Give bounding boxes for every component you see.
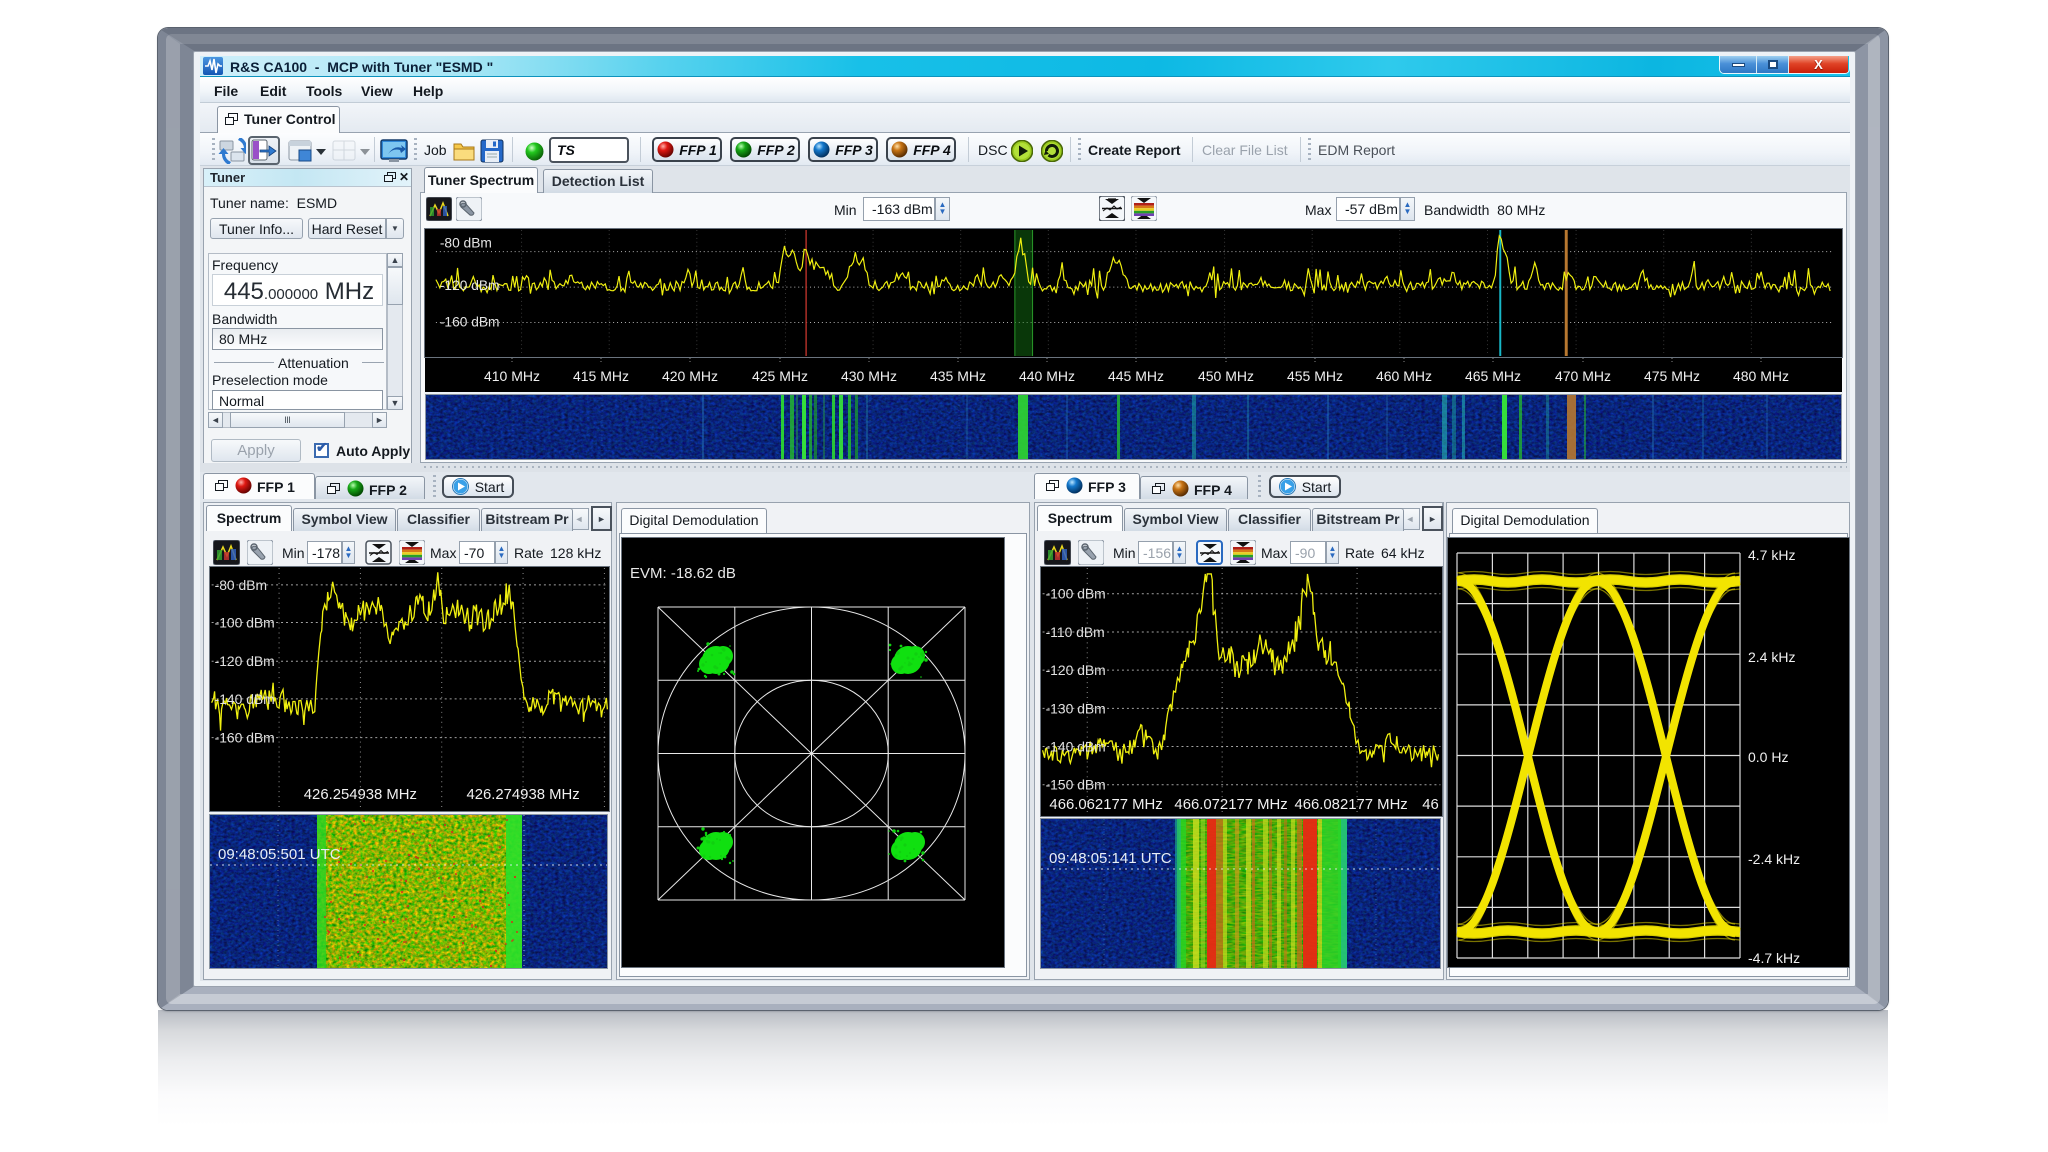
- svg-text:-150 dBm: -150 dBm: [1046, 777, 1106, 793]
- svg-text:-110 dBm: -110 dBm: [1046, 624, 1105, 640]
- svg-text:480 MHz: 480 MHz: [1733, 368, 1789, 384]
- svg-text:465 MHz: 465 MHz: [1465, 368, 1521, 384]
- svg-text:455 MHz: 455 MHz: [1287, 368, 1343, 384]
- svg-text:EVM: -18.62 dB: EVM: -18.62 dB: [630, 565, 736, 582]
- svg-text:-120 dBm: -120 dBm: [215, 653, 275, 669]
- svg-text:415 MHz: 415 MHz: [573, 368, 629, 384]
- svg-text:450 MHz: 450 MHz: [1198, 368, 1254, 384]
- svg-text:46: 46: [1422, 797, 1439, 813]
- svg-text:0.0 Hz: 0.0 Hz: [1748, 749, 1788, 765]
- svg-text:-140 dBm: -140 dBm: [1046, 739, 1106, 755]
- svg-text:466.082177 MHz: 466.082177 MHz: [1294, 797, 1407, 813]
- svg-text:460 MHz: 460 MHz: [1376, 368, 1432, 384]
- svg-text:466.062177 MHz: 466.062177 MHz: [1049, 797, 1162, 813]
- svg-text:435 MHz: 435 MHz: [930, 368, 986, 384]
- svg-text:09:48:05:501 UTC: 09:48:05:501 UTC: [218, 846, 341, 863]
- svg-text:-120 dBm: -120 dBm: [1046, 662, 1106, 678]
- svg-text:-120 dBm: -120 dBm: [440, 278, 500, 293]
- svg-text:410 MHz: 410 MHz: [484, 368, 540, 384]
- svg-text:440 MHz: 440 MHz: [1019, 368, 1075, 384]
- svg-text:445 MHz: 445 MHz: [1108, 368, 1164, 384]
- svg-text:425 MHz: 425 MHz: [752, 368, 808, 384]
- svg-text:475 MHz: 475 MHz: [1644, 368, 1700, 384]
- svg-text:-140 dBm: -140 dBm: [215, 691, 275, 707]
- svg-text:-100 dBm: -100 dBm: [215, 615, 275, 631]
- svg-text:-100 dBm: -100 dBm: [1046, 586, 1106, 602]
- svg-text:430 MHz: 430 MHz: [841, 368, 897, 384]
- svg-text:09:48:05:141 UTC: 09:48:05:141 UTC: [1049, 850, 1172, 867]
- svg-text:-130 dBm: -130 dBm: [1046, 700, 1106, 716]
- svg-text:-2.4 kHz: -2.4 kHz: [1748, 851, 1800, 867]
- svg-text:4.7 kHz: 4.7 kHz: [1748, 547, 1795, 563]
- svg-text:470 MHz: 470 MHz: [1555, 368, 1611, 384]
- svg-text:-4.7 kHz: -4.7 kHz: [1748, 950, 1800, 966]
- svg-text:-160 dBm: -160 dBm: [440, 314, 500, 329]
- svg-text:426.254938 MHz: 426.254938 MHz: [304, 787, 417, 803]
- svg-text:466.072177 MHz: 466.072177 MHz: [1174, 797, 1287, 813]
- svg-text:-160 dBm: -160 dBm: [215, 730, 275, 746]
- svg-text:420 MHz: 420 MHz: [662, 368, 718, 384]
- svg-text:-80 dBm: -80 dBm: [440, 236, 492, 251]
- svg-text:426.274938 MHz: 426.274938 MHz: [466, 787, 579, 803]
- svg-text:-80 dBm: -80 dBm: [215, 577, 267, 593]
- svg-text:2.4 kHz: 2.4 kHz: [1748, 649, 1795, 665]
